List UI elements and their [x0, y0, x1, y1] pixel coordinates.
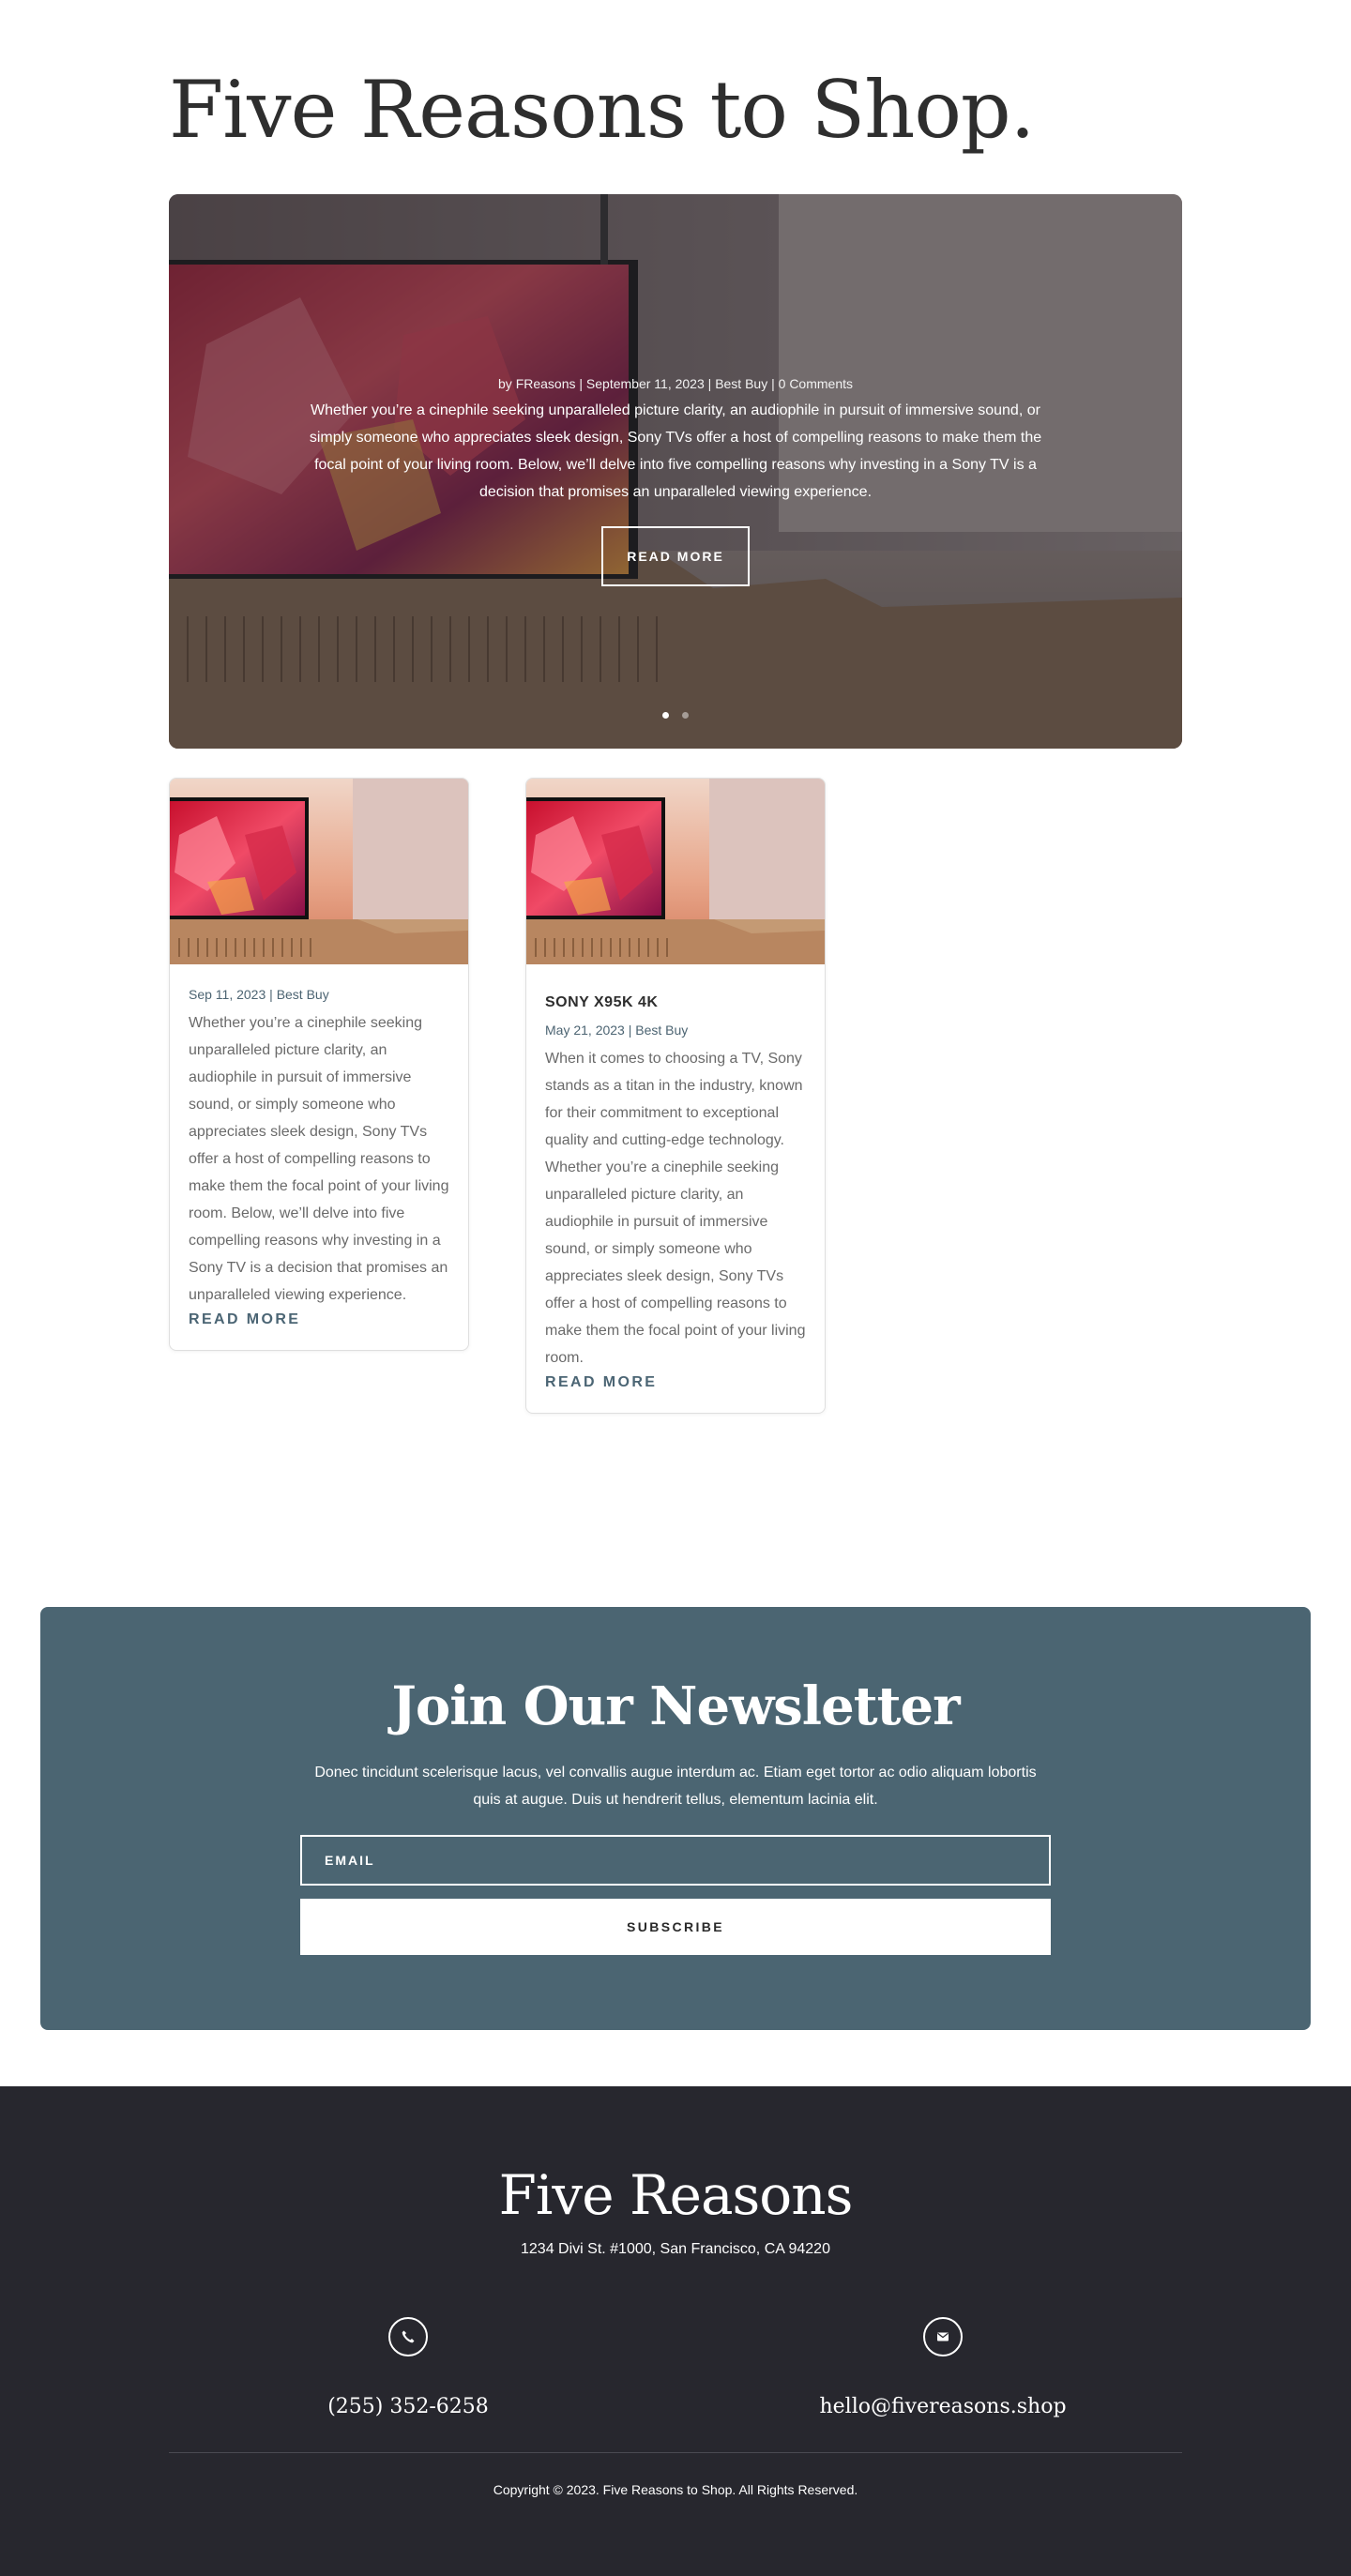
comments-link[interactable]: 0 Comments — [779, 376, 853, 391]
author-link[interactable]: FReasons — [516, 376, 576, 391]
newsletter-title: Join Our Newsletter — [391, 1675, 960, 1737]
post-card-image[interactable] — [170, 779, 468, 964]
post-card: SONY X95K 4K May 21, 2023 | Best Buy Whe… — [525, 778, 826, 1414]
subscribe-button[interactable]: SUBSCRIBE — [300, 1899, 1051, 1955]
footer-divider — [169, 2452, 1182, 2453]
hero-content: by FReasons | September 11, 2023 | Best … — [300, 372, 1051, 586]
hero-slider[interactable]: by FReasons | September 11, 2023 | Best … — [169, 194, 1182, 749]
post-date: May 21, 2023 — [545, 1023, 625, 1038]
meta-separator: | — [707, 376, 712, 391]
read-more-link[interactable]: READ MORE — [545, 1371, 657, 1394]
newsletter-section: Join Our Newsletter Donec tincidunt scel… — [40, 1607, 1311, 2030]
newsletter-description: Donec tincidunt scelerisque lacus, vel c… — [314, 1765, 1037, 1808]
slider-pagination — [169, 706, 1182, 723]
post-meta: by FReasons | September 11, 2023 | Best … — [300, 372, 1051, 395]
slider-dot-2[interactable] — [682, 712, 690, 719]
footer-copyright: Copyright © 2023. Five Reasons to Shop. … — [493, 2482, 858, 2497]
post-card-image[interactable] — [526, 779, 825, 964]
slider-dot-1[interactable] — [661, 712, 669, 719]
envelope-icon — [923, 2317, 963, 2356]
footer-phone[interactable]: (255) 352-6258 — [202, 2388, 615, 2426]
post-excerpt: Whether you’re a cinephile seeking unpar… — [189, 1015, 449, 1303]
page-title: Five Reasons to Shop. — [169, 64, 1035, 156]
post-meta: May 21, 2023 | Best Buy — [545, 1019, 806, 1041]
email-input[interactable] — [300, 1835, 1051, 1886]
meta-separator: | — [579, 376, 584, 391]
meta-by: by — [498, 376, 512, 391]
hero-excerpt: Whether you’re a cinephile seeking unpar… — [309, 402, 1042, 500]
footer-address: 1234 Divi St. #1000, San Francisco, CA 9… — [521, 2241, 830, 2257]
hero-read-more-button[interactable]: READ MORE — [601, 526, 750, 586]
post-date: Sep 11, 2023 — [189, 987, 266, 1002]
meta-separator: | — [771, 376, 775, 391]
category-link[interactable]: Best Buy — [635, 1023, 688, 1038]
meta-separator: | — [269, 987, 273, 1002]
read-more-link[interactable]: READ MORE — [189, 1309, 300, 1331]
post-date: September 11, 2023 — [585, 376, 705, 391]
category-link[interactable]: Best Buy — [277, 987, 329, 1002]
post-card: Sep 11, 2023 | Best Buy Whether you’re a… — [169, 778, 469, 1351]
footer-email[interactable]: hello@fivereasons.shop — [736, 2388, 1149, 2426]
category-link[interactable]: Best Buy — [715, 376, 767, 391]
phone-icon — [388, 2317, 428, 2356]
post-title[interactable]: SONY X95K 4K — [545, 993, 806, 1013]
meta-separator: | — [628, 1023, 632, 1038]
post-meta: Sep 11, 2023 | Best Buy — [189, 983, 449, 1006]
site-footer: Five Reasons 1234 Divi St. #1000, San Fr… — [0, 2086, 1351, 2576]
post-excerpt: When it comes to choosing a TV, Sony sta… — [545, 1051, 806, 1366]
footer-brand: Five Reasons — [498, 2163, 854, 2227]
